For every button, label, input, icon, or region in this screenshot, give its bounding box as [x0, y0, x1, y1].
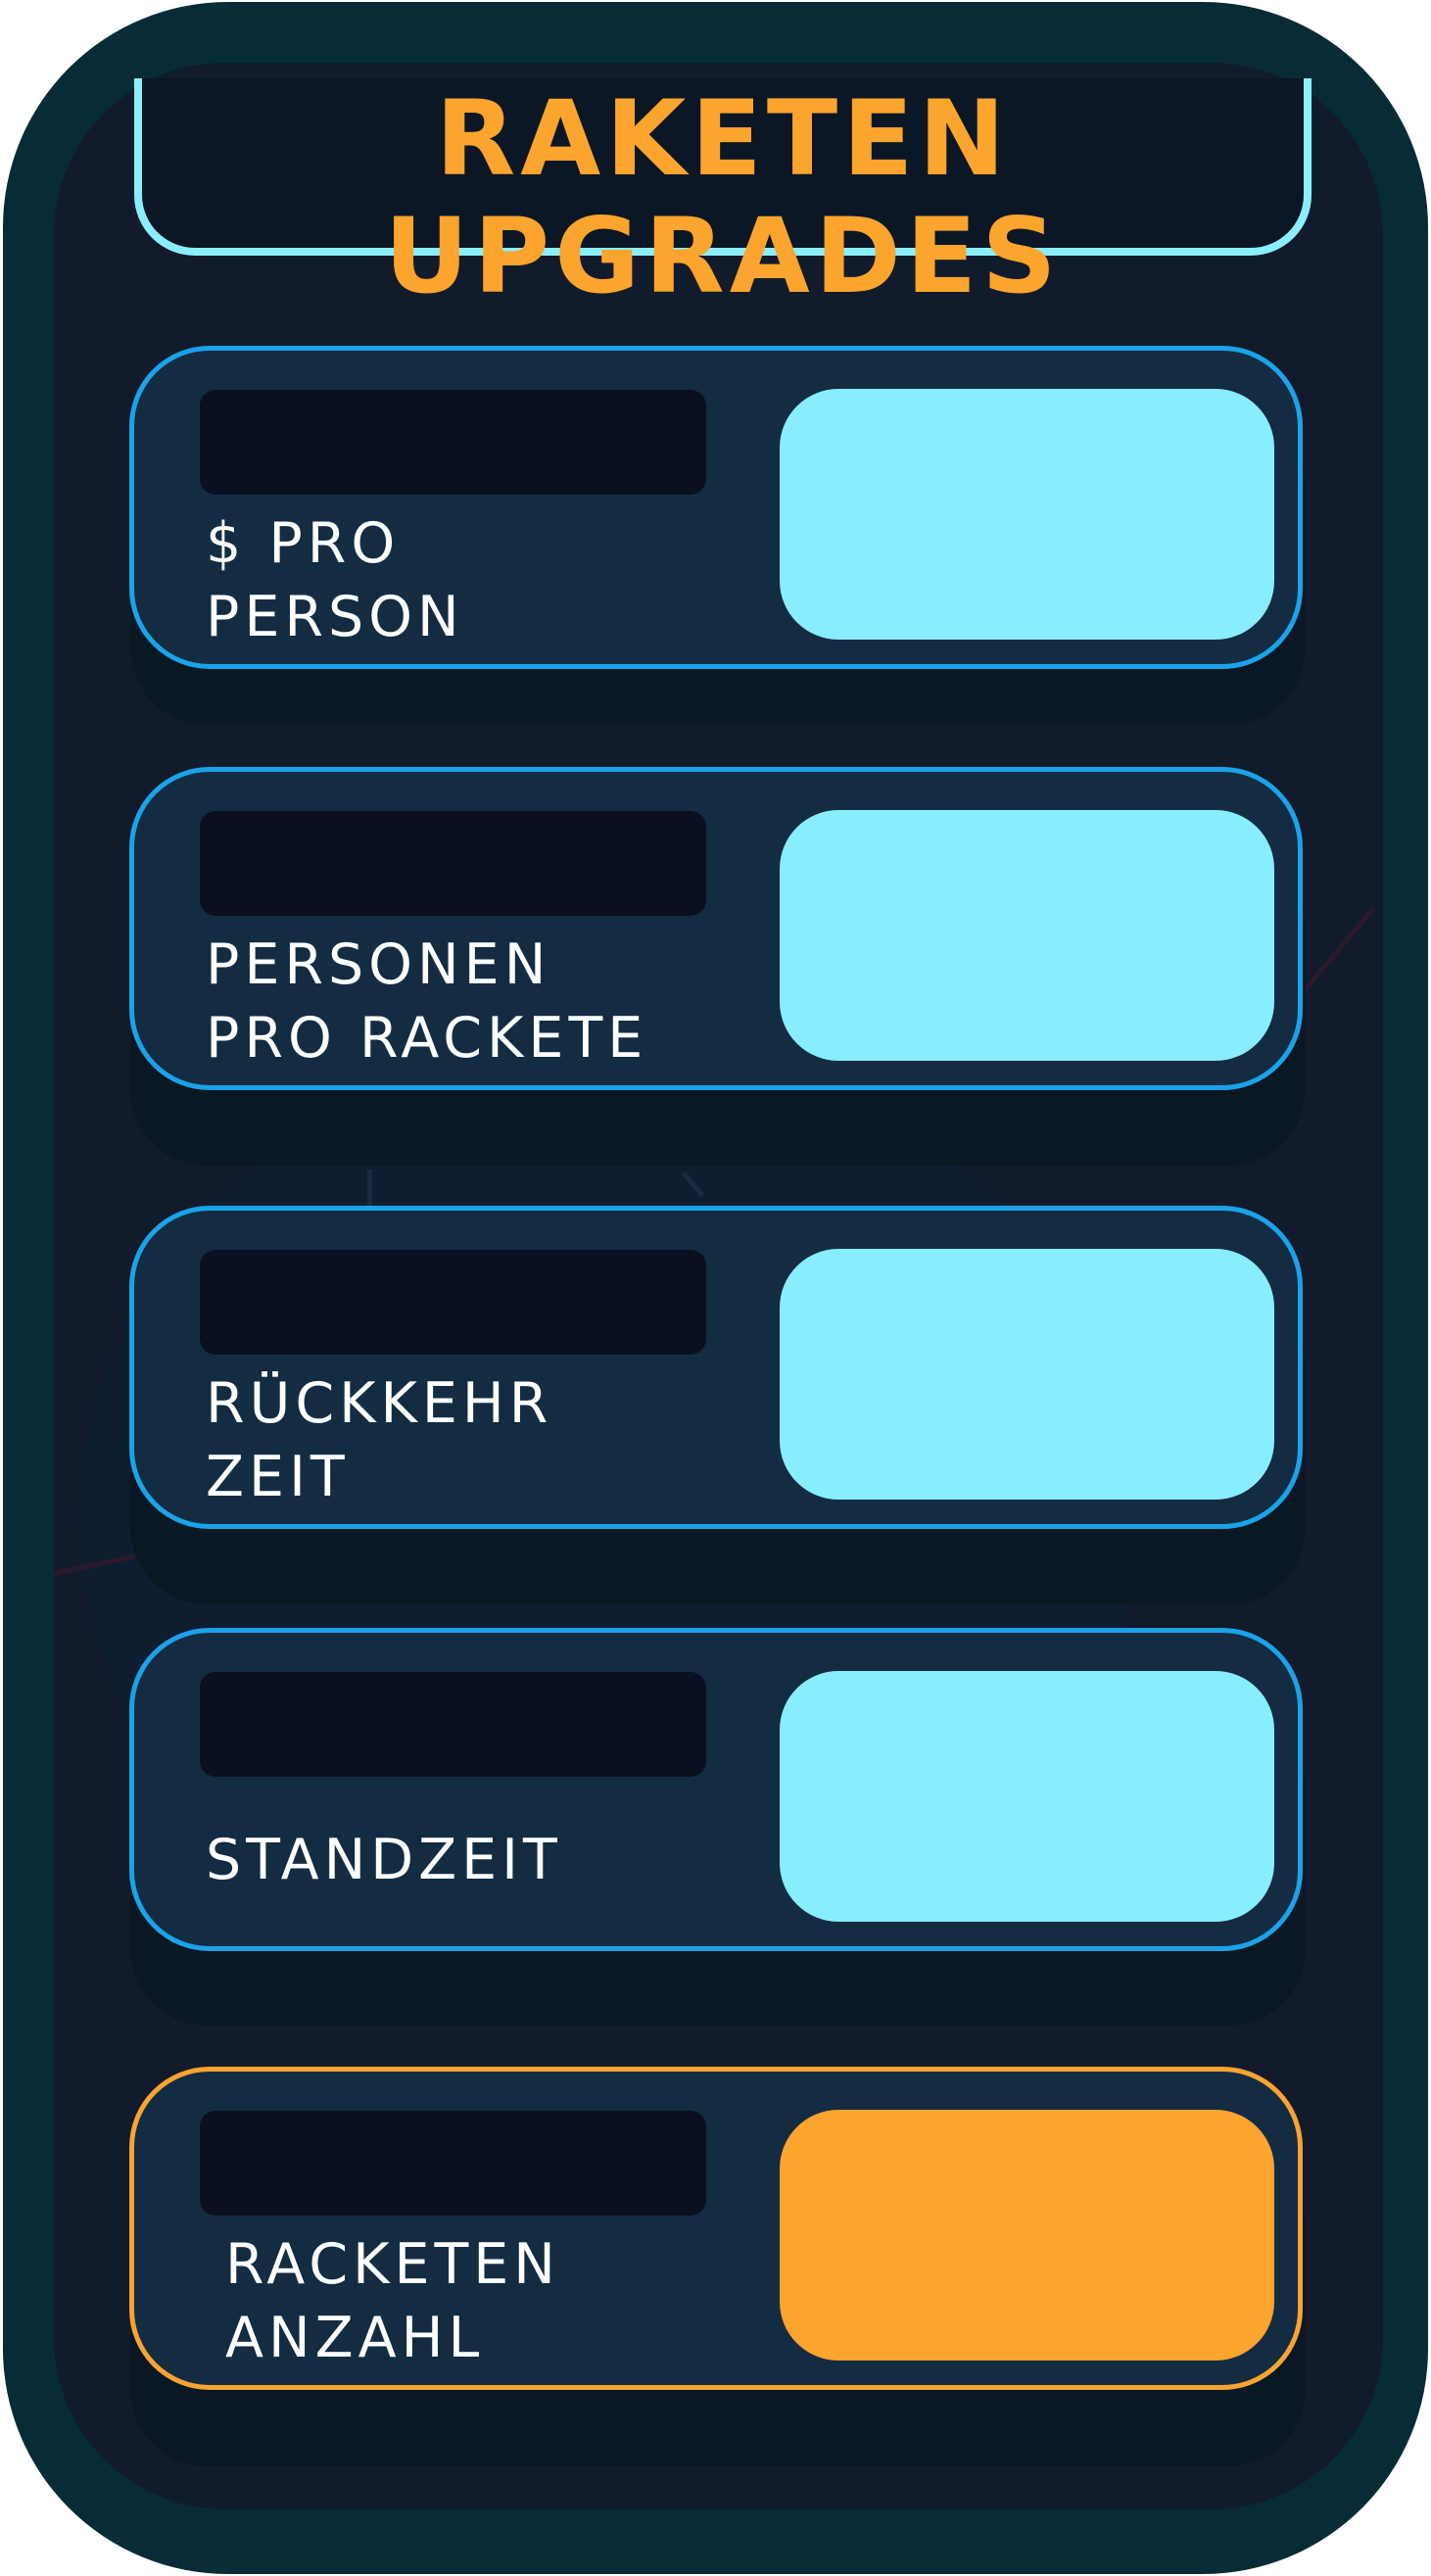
upgrade-button-personen-pro-rackete[interactable]	[780, 810, 1274, 1061]
upgrade-card-personen-pro-rackete: PERSONEN PRO RACKETE	[129, 767, 1303, 1090]
upgrade-value-slot	[200, 811, 706, 916]
upgrade-label: RACKETEN ANZAHL	[225, 2232, 560, 2370]
upgrade-button-pro-person[interactable]	[780, 389, 1274, 640]
upgrade-card-racketen-anzahl: RACKETEN ANZAHL	[129, 2067, 1303, 2390]
upgrade-value-slot	[200, 390, 706, 495]
upgrade-card-pro-person: $ PRO PERSON	[129, 346, 1303, 669]
upgrade-value-slot	[200, 1250, 706, 1355]
upgrade-button-rueckkehr-zeit[interactable]	[780, 1249, 1274, 1500]
upgrade-value-slot	[200, 1672, 706, 1777]
upgrade-value-slot	[200, 2111, 706, 2216]
upgrade-card-standzeit: STANDZEIT	[129, 1628, 1303, 1951]
upgrade-label: STANDZEIT	[206, 1828, 562, 1892]
panel-title: RAKETEN UPGRADES	[384, 78, 1062, 316]
upgrade-label: $ PRO PERSON	[206, 511, 464, 649]
upgrade-button-racketen-anzahl[interactable]	[780, 2110, 1274, 2361]
background-gauge-mark	[367, 1169, 372, 1209]
upgrade-card-rueckkehr-zeit: RÜCKKEHR ZEIT	[129, 1206, 1303, 1529]
upgrade-label: RÜCKKEHR ZEIT	[206, 1371, 553, 1509]
upgrade-label: PERSONEN PRO RACKETE	[206, 932, 648, 1071]
upgrade-button-standzeit[interactable]	[780, 1671, 1274, 1922]
